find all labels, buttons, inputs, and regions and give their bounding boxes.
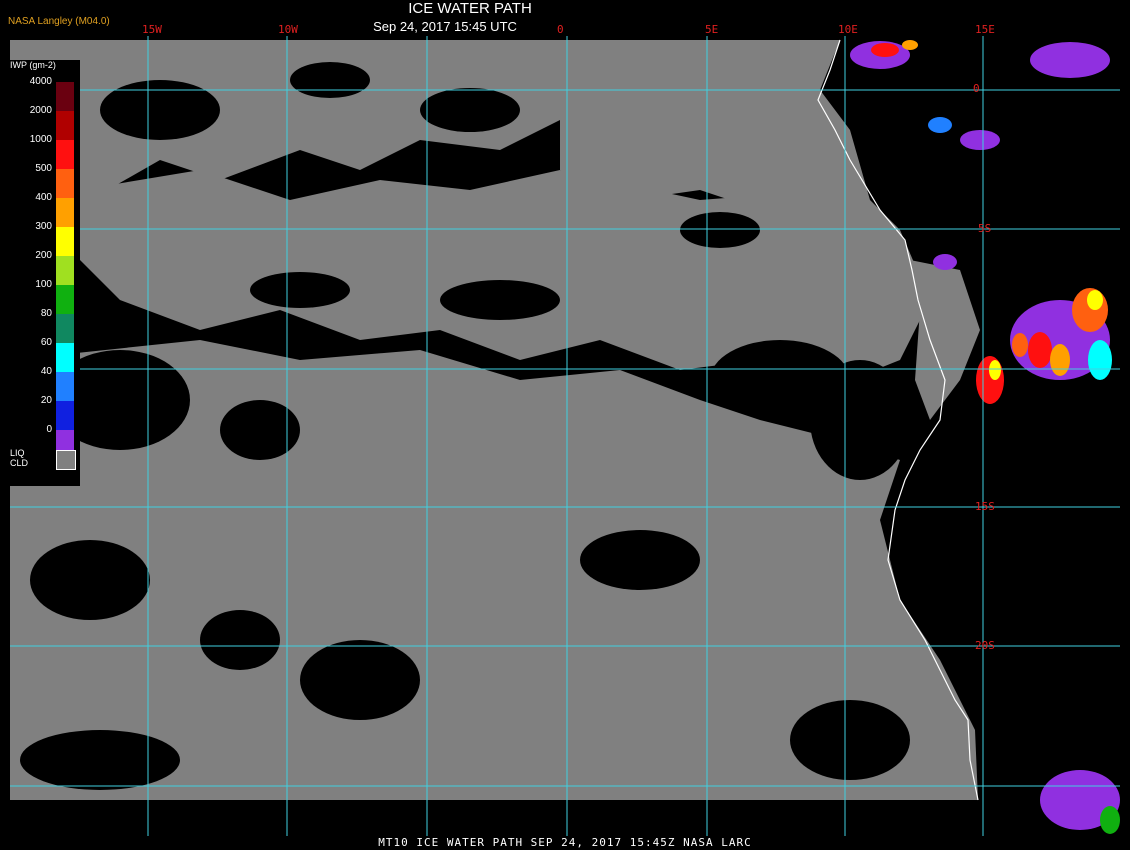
legend-swatch	[56, 285, 74, 314]
legend-tick-label: 4000	[29, 76, 52, 87]
lon-label-10w: 10W	[278, 23, 298, 36]
lon-label-15w: 15W	[142, 23, 162, 36]
lat-label-5s: 5S	[978, 222, 992, 235]
color-legend: IWP (gm-2) 4000 2000 1000 500 400 300 200 100 80…	[8, 60, 80, 486]
legend-tick-label: 400	[35, 192, 52, 203]
lon-label-0: 0	[557, 23, 564, 36]
legend-unit: IWP (gm-2)	[10, 60, 56, 70]
footer-caption: MT10 ICE WATER PATH SEP 24, 2017 15:45Z …	[0, 836, 1130, 850]
legend-tick-label: 20	[40, 395, 52, 406]
map-timestamp: Sep 24, 2017 15:45 UTC	[373, 19, 517, 34]
lon-label-10e: 10E	[838, 23, 858, 36]
credit-label: NASA Langley (M04.0)	[8, 16, 110, 27]
legend-tick-label: 80	[40, 308, 52, 319]
legend-tick-label: 2000	[29, 105, 52, 116]
legend-tick-label: 0	[46, 424, 52, 435]
lat-label-0: 0	[973, 82, 980, 95]
legend-liquid-label: LIQ CLD	[10, 448, 29, 468]
legend-swatch	[56, 140, 74, 169]
legend-tick-label: 100	[35, 279, 52, 290]
satellite-map	[0, 0, 1130, 850]
legend-swatch	[56, 198, 74, 227]
legend-swatch	[56, 111, 74, 140]
legend-tick-label: 500	[35, 163, 52, 174]
legend-tick-label: 200	[35, 250, 52, 261]
lat-label-15s: 15S	[975, 500, 995, 513]
legend-tick-label: 300	[35, 221, 52, 232]
legend-swatch	[56, 372, 74, 401]
lon-label-5e: 5E	[705, 23, 719, 36]
legend-tick-label: 1000	[29, 134, 52, 145]
legend-tick-label: 60	[40, 337, 52, 348]
legend-tick-label: 40	[40, 366, 52, 377]
map-title: ICE WATER PATH	[408, 0, 532, 17]
lat-label-20s: 20S	[975, 639, 995, 652]
legend-swatch	[56, 343, 74, 372]
legend-swatch	[56, 314, 74, 343]
legend-swatch	[56, 256, 74, 285]
legend-swatch	[56, 227, 74, 256]
legend-liquid-swatch	[56, 450, 76, 470]
legend-swatch	[56, 169, 74, 198]
legend-swatch	[56, 401, 74, 430]
lon-label-15e: 15E	[975, 23, 995, 36]
legend-swatch	[56, 82, 74, 111]
